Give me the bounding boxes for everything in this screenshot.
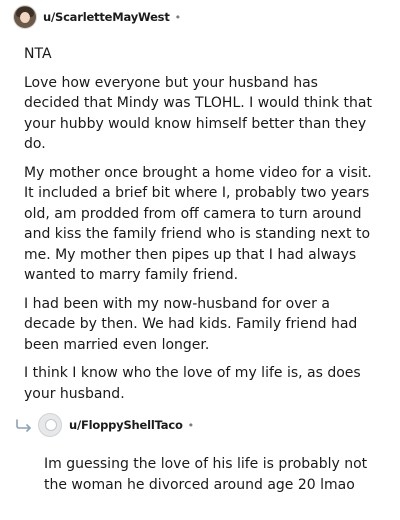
comment-paragraph: NTA [24, 46, 52, 62]
comment-paragraph: My mother once brought a home video for … [24, 164, 372, 284]
reply-body: Im guessing the love of his life is prob… [44, 456, 368, 493]
reply-avatar[interactable] [38, 413, 62, 437]
comment-header: u/ScarletteMayWest • [14, 6, 181, 28]
separator-dot: • [187, 418, 195, 432]
comment-body: NTA Love how everyone but your husband h… [24, 44, 376, 412]
username-link[interactable]: u/ScarletteMayWest [43, 10, 170, 24]
comment-paragraph: I think I know who the love of my life i… [24, 365, 361, 402]
reply-username-link[interactable]: u/FloppyShellTaco [69, 418, 183, 432]
comment-paragraph: Love how everyone but your husband has d… [24, 74, 372, 153]
separator-dot: • [174, 10, 182, 24]
avatar[interactable] [14, 6, 36, 28]
reply-arrow-icon [16, 419, 31, 432]
reply-avatar-head [45, 419, 57, 431]
reply-header: u/FloppyShellTaco • [14, 413, 195, 437]
avatar-face [20, 12, 30, 23]
comment-paragraph: I had been with my now-husband for over … [24, 295, 358, 353]
